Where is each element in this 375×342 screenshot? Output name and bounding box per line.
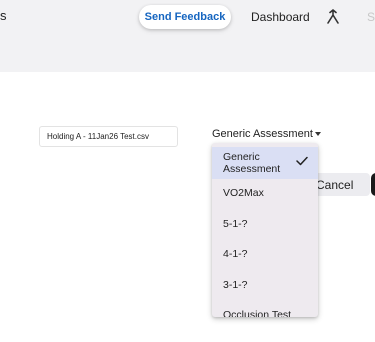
assessment-select[interactable]: Generic Assessment xyxy=(212,128,321,140)
check-icon xyxy=(296,156,308,166)
assessment-dropdown-menu: Generic Assessment VO2Max 5-1-? 4-1-? 3-… xyxy=(212,143,318,317)
menu-option-5-1[interactable]: 5-1-? xyxy=(212,218,318,230)
top-bar: s Send Feedback Dashboard Se xyxy=(0,0,375,72)
menu-option-4-1[interactable]: 4-1-? xyxy=(212,248,318,260)
menu-option-occlusion-test[interactable]: Occlusion Test xyxy=(212,309,318,317)
primary-button[interactable] xyxy=(371,173,375,196)
menu-option-vo2max[interactable]: VO2Max xyxy=(212,187,318,199)
menu-option-3-1[interactable]: 3-1-? xyxy=(212,279,318,291)
file-name-field[interactable]: Holding A - 11Jan26 Test.csv xyxy=(39,126,178,147)
dropdown-arrow-icon xyxy=(314,132,321,136)
assessment-select-value: Generic Assessment xyxy=(212,128,313,140)
send-feedback-button[interactable]: Send Feedback xyxy=(139,5,231,29)
merge-icon[interactable] xyxy=(326,9,340,25)
nav-item-disabled: Se xyxy=(367,10,375,24)
dashboard-link[interactable]: Dashboard xyxy=(251,10,310,24)
nav-title-fragment: s xyxy=(0,8,7,23)
menu-option-generic-assessment[interactable]: Generic Assessment xyxy=(212,147,318,179)
